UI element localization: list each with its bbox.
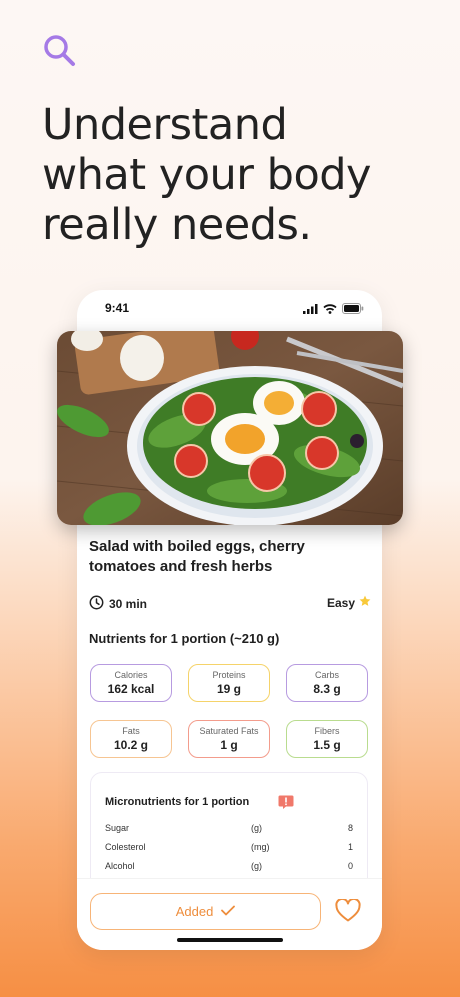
wifi-icon (323, 301, 337, 319)
micronutrient-row: Sugar (g) 8 (105, 823, 353, 837)
home-indicator (177, 938, 283, 942)
check-icon (221, 904, 236, 919)
added-label: Added (175, 904, 214, 919)
tile-label: Fibers (314, 726, 340, 736)
micro-unit: (mg) (251, 842, 270, 852)
signal-icon (303, 301, 318, 319)
nutrients-title: Nutrients for 1 portion (~210 g) (89, 631, 280, 646)
tile-value: 19 g (216, 682, 241, 696)
micronutrient-row: Colesterol (mg) 1 (105, 842, 353, 856)
clock-icon (89, 595, 104, 613)
nutrient-tile-fibers: Fibers 1.5 g (286, 720, 368, 758)
tile-value: 1.5 g (313, 738, 341, 752)
tile-label: Saturated Fats (199, 726, 259, 736)
headline-line-3: really needs. (42, 200, 312, 250)
micronutrients-title: Micronutrients for 1 portion (105, 796, 250, 808)
tile-label: Carbs (314, 670, 339, 680)
nutrient-tile-saturated-fats: Saturated Fats 1 g (188, 720, 270, 758)
micro-name: Sugar (105, 823, 130, 833)
recipe-photo (57, 331, 403, 525)
cook-time: 30 min (109, 597, 148, 611)
headline-line-2: what your body (42, 150, 372, 200)
recipe-title: Salad with boiled eggs, cherry tomatoes … (89, 538, 305, 575)
star-icon (359, 595, 371, 610)
recipe-meta: 30 min Easy (89, 595, 371, 613)
status-bar: 9:41 (77, 290, 382, 330)
heart-icon[interactable] (335, 897, 361, 923)
tile-value: 1 g (220, 738, 238, 752)
difficulty-label: Easy (326, 595, 355, 610)
tile-value: 10.2 g (113, 738, 149, 752)
micronutrient-row: Alcohol (g) 0 (105, 861, 353, 875)
nutrient-tile-calories: Calories 162 kcal (90, 664, 172, 702)
status-time: 9:41 (105, 301, 130, 315)
nutrient-tile-fats: Fats 10.2 g (90, 720, 172, 758)
nutrient-tile-carbs: Carbs 8.3 g (286, 664, 368, 702)
micro-name: Colesterol (105, 842, 146, 852)
alert-icon[interactable] (278, 794, 294, 810)
headline-line-1: Understand (42, 100, 288, 150)
added-button[interactable]: Added (90, 893, 321, 930)
tile-value: 8.3 g (313, 682, 341, 696)
headline: Understand what your body really needs. (42, 100, 432, 250)
nutrient-tile-proteins: Proteins 19 g (188, 664, 270, 702)
micro-value: 8 (347, 823, 353, 833)
micro-unit: (g) (251, 861, 262, 871)
battery-icon (342, 301, 364, 319)
tile-label: Fats (122, 726, 140, 736)
tile-label: Calories (114, 670, 148, 680)
tile-value: 162 kcal (107, 682, 155, 696)
tile-label: Proteins (212, 670, 246, 680)
micro-name: Alcohol (105, 861, 135, 871)
micro-unit: (g) (251, 823, 262, 833)
micro-value: 0 (347, 861, 353, 871)
micronutrients-card: Micronutrients for 1 portion Sugar (g) 8… (90, 772, 368, 892)
search-icon[interactable] (40, 32, 80, 72)
micro-value: 1 (347, 842, 353, 852)
